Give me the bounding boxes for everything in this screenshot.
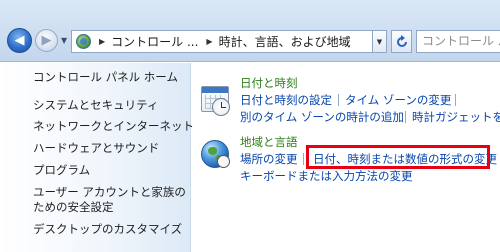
sidebar-item-user-accounts-cont[interactable]: ための安全設定 [33,200,114,215]
link-change-keyboard[interactable]: キーボードまたは入力方法の変更 [240,168,413,184]
section-title-region-language[interactable]: 地域と言語 [240,134,298,150]
link-change-location[interactable]: 場所の変更 [240,151,298,167]
link-change-time-zone[interactable]: タイム ゾーンの変更 [345,92,451,108]
navigation-bar: ◀ ▶ ▼ ▶ コントロール ... ▶ 時計、言語、および地域 ▼ コントロー… [0,0,500,62]
link-add-clock[interactable]: 別のタイム ゾーンの時計の追加 [240,109,404,125]
link-set-date-time[interactable]: 日付と時刻の設定 [240,92,332,108]
address-dropdown-button[interactable]: ▼ [372,30,387,53]
sidebar-item-system-security[interactable]: システムとセキュリティ [33,98,158,113]
link-separator [405,111,406,123]
section-title-date-time[interactable]: 日付と時刻 [240,75,298,91]
link-clock-gadget[interactable]: 時計ガジェットを [412,109,500,125]
forward-button[interactable]: ▶ [35,29,58,52]
chevron-down-icon: ▼ [376,37,383,46]
back-button[interactable]: ◀ [7,28,32,53]
forward-arrow-icon: ▶ [41,33,52,48]
globe-clock-icon [217,155,230,168]
sidebar-item-network-internet[interactable]: ネットワークとインターネット [33,119,194,134]
breadcrumb-separator-icon[interactable]: ▶ [99,37,105,46]
sidebar-item-desktop-customize[interactable]: デスクトップのカスタマイズ [33,222,182,237]
address-bar[interactable]: ▶ コントロール ... ▶ 時計、言語、および地域 [71,30,372,53]
link-separator [455,94,456,106]
link-separator [338,94,339,106]
highlight-box [306,145,490,169]
sidebar: コントロール パネル ホーム システムとセキュリティ ネットワークとインターネッ… [0,63,194,252]
sidebar-item-control-panel-home[interactable]: コントロール パネル ホーム [33,70,178,85]
breadcrumb-control-panel[interactable]: コントロール ... [111,33,198,50]
clock-icon [212,98,230,116]
control-panel-icon [76,34,91,49]
link-separator [303,153,304,165]
refresh-icon [396,34,407,47]
breadcrumb-separator-icon[interactable]: ▶ [206,37,212,46]
breadcrumb-clock-language-region[interactable]: 時計、言語、および地域 [219,33,351,50]
search-input[interactable]: コントロール パネ [416,30,500,53]
refresh-button[interactable] [391,30,412,53]
sidebar-item-programs[interactable]: プログラム [33,163,90,178]
recent-pages-dropdown-icon[interactable]: ▼ [61,36,67,45]
sidebar-item-hardware-sound[interactable]: ハードウェアとサウンド [33,141,159,156]
sidebar-item-user-accounts[interactable]: ユーザー アカウントと家族の [33,185,186,200]
back-arrow-icon: ◀ [14,33,25,48]
